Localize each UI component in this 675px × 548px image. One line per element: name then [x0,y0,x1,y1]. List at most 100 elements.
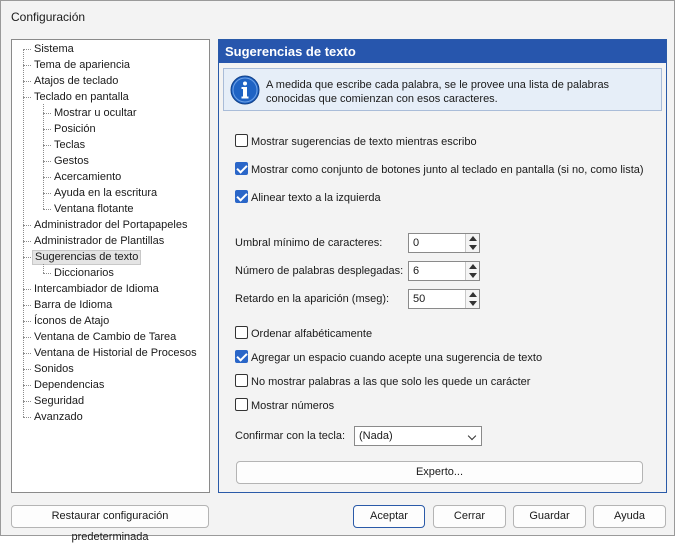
spin-up-icon[interactable] [469,264,477,269]
tree-item[interactable]: Teclado en pantalla [32,90,131,105]
tree-connector [43,104,44,209]
tree-item[interactable]: Ventana flotante [52,202,136,217]
min-chars-spinner[interactable]: 0 [408,233,480,253]
info-box: A medida que escribe cada palabra, se le… [223,68,662,111]
tree-connector [23,417,31,418]
option-label: Mostrar como conjunto de botones junto a… [251,164,644,176]
window-title: Configuración [11,10,86,24]
tree-item[interactable]: Intercambiador de Idioma [32,282,161,297]
save-button[interactable]: Guardar [513,505,586,528]
tree-connector [23,385,31,386]
info-text: A medida que escribe cada palabra, se le… [266,79,610,105]
tree-connector [23,321,31,322]
settings-panel: Sugerencias de texto A medida que escrib… [218,39,667,493]
spin-down-icon[interactable] [469,301,477,306]
tree-connector [23,49,24,417]
tree-item[interactable]: Ventana de Cambio de Tarea [32,330,178,345]
option-show-suggestions[interactable]: Mostrar sugerencias de texto mientras es… [235,134,477,150]
spin-up-icon[interactable] [469,236,477,241]
restore-defaults-button[interactable]: Restaurar configuración predeterminada [11,505,209,543]
delay-spinner[interactable]: 50 [408,289,480,309]
tree-item[interactable]: Teclas [52,138,87,153]
checkbox-hide-one-char[interactable] [235,374,248,387]
tree-connector [23,369,31,370]
tree-connector [23,49,31,50]
tree-connector [43,264,44,273]
expert-button[interactable]: Experto... [236,461,643,484]
tree-connector [43,113,51,114]
tree-item[interactable]: Tema de apariencia [32,58,132,73]
word-count-label: Número de palabras desplegadas: [235,265,404,277]
spin-down-icon[interactable] [469,273,477,278]
checkbox-show-suggestions[interactable] [235,134,248,147]
tree-item[interactable]: Posición [52,122,98,137]
confirm-key-label: Confirmar con la tecla: [235,430,346,442]
tree-item[interactable]: Seguridad [32,394,86,409]
spinner-buttons[interactable] [465,290,479,308]
tree-connector [23,65,31,66]
checkbox-add-space[interactable] [235,350,248,363]
settings-window: Configuración Sistema Tema de apariencia A… [0,0,675,543]
spinner-buttons[interactable] [465,234,479,252]
option-label: No mostrar palabras a las que solo les q… [251,376,531,388]
tree-connector [23,305,31,306]
delay-label: Retardo en la aparición (mseg): [235,293,390,305]
tree-item[interactable]: Diccionarios [52,266,116,281]
tree-connector [43,273,51,274]
checkbox-sort-alpha[interactable] [235,326,248,339]
tree-connector [43,145,51,146]
option-hide-one-char[interactable]: No mostrar palabras a las que solo les q… [235,374,530,390]
option-add-space[interactable]: Agregar un espacio cuando acepte una sug… [235,350,542,366]
tree-item[interactable]: Gestos [52,154,91,169]
checkbox-show-as-buttons[interactable] [235,162,248,175]
tree-item[interactable]: Acercamiento [52,170,123,185]
confirm-key-select[interactable]: (Nada) [354,426,482,446]
tree-connector [23,241,31,242]
tree-item[interactable]: Sonidos [32,362,76,377]
tree-item[interactable]: Íconos de Atajo [32,314,111,329]
option-show-numbers[interactable]: Mostrar números [235,398,334,414]
tree-connector [43,209,51,210]
tree-item[interactable]: Administrador de Plantillas [32,234,166,249]
tree-item[interactable]: Mostrar u ocultar [52,106,139,121]
word-count-value: 6 [413,265,420,277]
close-button[interactable]: Cerrar [433,505,506,528]
tree-item[interactable]: Ventana de Historial de Procesos [32,346,199,361]
spinner-buttons[interactable] [465,262,479,280]
spin-up-icon[interactable] [469,292,477,297]
tree-connector [43,193,51,194]
tree-connector [43,129,51,130]
option-label: Mostrar números [251,400,335,412]
word-count-spinner[interactable]: 6 [408,261,480,281]
option-label: Alinear texto a la izquierda [251,192,381,204]
settings-tree[interactable]: Sistema Tema de apariencia Atajos de tecla… [11,39,210,493]
tree-connector [23,97,31,98]
confirm-key-value: (Nada) [359,430,393,442]
tree-item[interactable]: Administrador del Portapapeles [32,218,189,233]
option-align-left[interactable]: Alinear texto a la izquierda [235,190,381,206]
help-button[interactable]: Ayuda [593,505,666,528]
option-show-as-buttons[interactable]: Mostrar como conjunto de botones junto a… [235,162,644,178]
tree-connector [23,337,31,338]
checkbox-show-numbers[interactable] [235,398,248,411]
title-bar[interactable]: Configuración [1,1,674,31]
tree-connector [23,257,31,258]
tree-item[interactable]: Avanzado [32,410,85,425]
info-icon [230,75,260,105]
tree-item[interactable]: Sistema [32,42,76,57]
tree-item[interactable]: Sugerencias de texto [32,250,142,265]
option-label: Mostrar sugerencias de texto mientras es… [251,136,477,148]
min-chars-label: Umbral mínimo de caracteres: [235,237,383,249]
tree-item[interactable]: Dependencias [32,378,106,393]
accept-button[interactable]: Aceptar [353,505,425,528]
tree-connector [23,289,31,290]
tree-connector [23,353,31,354]
option-label: Ordenar alfabéticamente [251,328,373,340]
tree-connector [23,225,31,226]
tree-item[interactable]: Ayuda en la escritura [52,186,159,201]
tree-item[interactable]: Barra de Idioma [32,298,114,313]
option-sort-alpha[interactable]: Ordenar alfabéticamente [235,326,372,342]
checkbox-align-left[interactable] [235,190,248,203]
spin-down-icon[interactable] [469,245,477,250]
tree-item[interactable]: Atajos de teclado [32,74,120,89]
